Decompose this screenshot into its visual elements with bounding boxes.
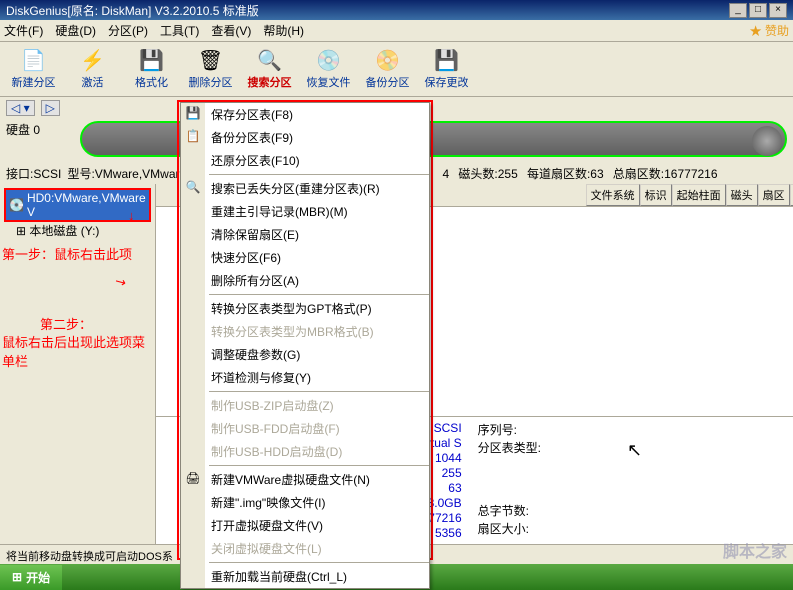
start-button[interactable]: ⊞ 开始	[0, 565, 62, 590]
col-header[interactable]: 标识	[640, 184, 672, 206]
ctx-icon: 🔍	[185, 180, 201, 194]
nav-back[interactable]: ◁ ▾	[6, 100, 35, 116]
annotation-step2: 第二步：	[40, 314, 92, 333]
menu-file[interactable]: 文件(F)	[4, 22, 43, 39]
minimize-button[interactable]: _	[729, 3, 747, 18]
tool-icon: 💿	[313, 48, 345, 72]
toolbar: 📄新建分区⚡激活💾格式化🗑删除分区🔍搜索分区💿恢复文件📀备份分区💾保存更改	[0, 42, 793, 97]
ctx-item[interactable]: 📋备份分区表(F9)	[181, 126, 429, 149]
context-menu: 💾保存分区表(F8)📋备份分区表(F9)还原分区表(F10) 🔍搜索已丢失分区(重…	[180, 102, 430, 589]
nav-fwd[interactable]: ▷	[41, 100, 60, 116]
tool-恢复文件[interactable]: 💿恢复文件	[301, 46, 356, 92]
arrow-2-icon: ↘	[112, 272, 129, 291]
ctx-item[interactable]: 转换分区表类型为GPT格式(P)	[181, 297, 429, 320]
ctx-item: 制作USB-ZIP启动盘(Z)	[181, 394, 429, 417]
maximize-button[interactable]: □	[749, 3, 767, 18]
close-button[interactable]: ×	[769, 3, 787, 18]
ctx-item[interactable]: 🔍搜索已丢失分区(重建分区表)(R)	[181, 177, 429, 200]
ctx-item[interactable]: 还原分区表(F10)	[181, 149, 429, 172]
col-header[interactable]: 文件系统	[586, 184, 640, 206]
tool-icon: 🗑	[195, 48, 227, 72]
sponsor-link[interactable]: ★ 赞助	[750, 22, 789, 39]
col-header[interactable]: 起始柱面	[672, 184, 726, 206]
ctx-item[interactable]: 重新加载当前硬盘(Ctrl_L)	[181, 565, 429, 588]
tool-搜索分区[interactable]: 🔍搜索分区	[242, 46, 297, 92]
ctx-item: 制作USB-FDD启动盘(F)	[181, 417, 429, 440]
tool-保存更改[interactable]: 💾保存更改	[419, 46, 474, 92]
ctx-item: 制作USB-HDD启动盘(D)	[181, 440, 429, 463]
info-serial-label: 序列号:	[478, 421, 541, 438]
tool-icon: 📄	[18, 48, 50, 72]
disk-label: 硬盘 0	[6, 121, 74, 138]
disk-icon: 💽	[9, 198, 24, 212]
window-title: DiskGenius[原名: DiskMan] V3.2.2010.5 标准版	[6, 2, 259, 19]
ctx-icon: 📋	[185, 129, 201, 143]
ctx-item[interactable]: 打开虚拟硬盘文件(V)	[181, 514, 429, 537]
menu-help[interactable]: 帮助(H)	[263, 22, 304, 39]
ctx-icon: 💾	[185, 106, 201, 120]
annotation-step2b: 鼠标右击后出现此选项菜单栏	[2, 332, 155, 370]
tool-icon: 💾	[136, 48, 168, 72]
info-ptype-label: 分区表类型:	[478, 439, 541, 456]
titlebar: DiskGenius[原名: DiskMan] V3.2.2010.5 标准版 …	[0, 0, 793, 20]
ctx-item[interactable]: 清除保留扇区(E)	[181, 223, 429, 246]
watermark: 脚本之家	[723, 538, 787, 562]
ctx-item[interactable]: 新建".img"映像文件(I)	[181, 491, 429, 514]
menubar: 文件(F) 硬盘(D) 分区(P) 工具(T) 查看(V) 帮助(H) ★ 赞助	[0, 20, 793, 42]
annotation-step1: 第一步：鼠标右击此项	[2, 244, 132, 263]
col-header[interactable]: 扇区	[758, 184, 790, 206]
tool-icon: ⚡	[77, 48, 109, 72]
tool-备份分区[interactable]: 📀备份分区	[360, 46, 415, 92]
tree-panel: 💽 HD0:VMware,VMware V ⊞ 本地磁盘 (Y:) ↓ 第一步：…	[0, 184, 156, 544]
menu-disk[interactable]: 硬盘(D)	[55, 22, 96, 39]
ctx-item[interactable]: 坏道检测与修复(Y)	[181, 366, 429, 389]
ctx-item[interactable]: 调整硬盘参数(G)	[181, 343, 429, 366]
ctx-item[interactable]: 快速分区(F6)	[181, 246, 429, 269]
tool-icon: 💾	[431, 48, 463, 72]
ctx-item[interactable]: 删除所有分区(A)	[181, 269, 429, 292]
tree-local-disk[interactable]: ⊞ 本地磁盘 (Y:)	[16, 222, 151, 239]
tool-icon: 📀	[372, 48, 404, 72]
ctx-item[interactable]: 💾保存分区表(F8)	[181, 103, 429, 126]
tool-新建分区[interactable]: 📄新建分区	[6, 46, 61, 92]
tool-删除分区[interactable]: 🗑删除分区	[183, 46, 238, 92]
menu-tools[interactable]: 工具(T)	[160, 22, 199, 39]
ctx-item[interactable]: 🖨新建VMWare虚拟硬盘文件(N)	[181, 468, 429, 491]
start-icon: ⊞	[12, 570, 22, 584]
window-controls: _ □ ×	[729, 3, 787, 18]
ctx-icon: 🖨	[185, 471, 201, 485]
tool-激活[interactable]: ⚡激活	[65, 46, 120, 92]
menu-view[interactable]: 查看(V)	[211, 22, 251, 39]
ctx-item: 转换分区表类型为MBR格式(B)	[181, 320, 429, 343]
col-header[interactable]: 磁头	[726, 184, 758, 206]
col-header[interactable]: 终止柱面	[790, 184, 793, 206]
arrow-1-icon: ↓	[128, 208, 135, 223]
ctx-item: 关闭虚拟硬盘文件(L)	[181, 537, 429, 560]
info-sectsize-label: 扇区大小:	[478, 520, 541, 537]
ctx-item[interactable]: 重建主引导记录(MBR)(M)	[181, 200, 429, 223]
menu-partition[interactable]: 分区(P)	[108, 22, 148, 39]
tool-icon: 🔍	[254, 48, 286, 72]
tool-格式化[interactable]: 💾格式化	[124, 46, 179, 92]
info-totalbytes-label: 总字节数:	[478, 502, 541, 519]
